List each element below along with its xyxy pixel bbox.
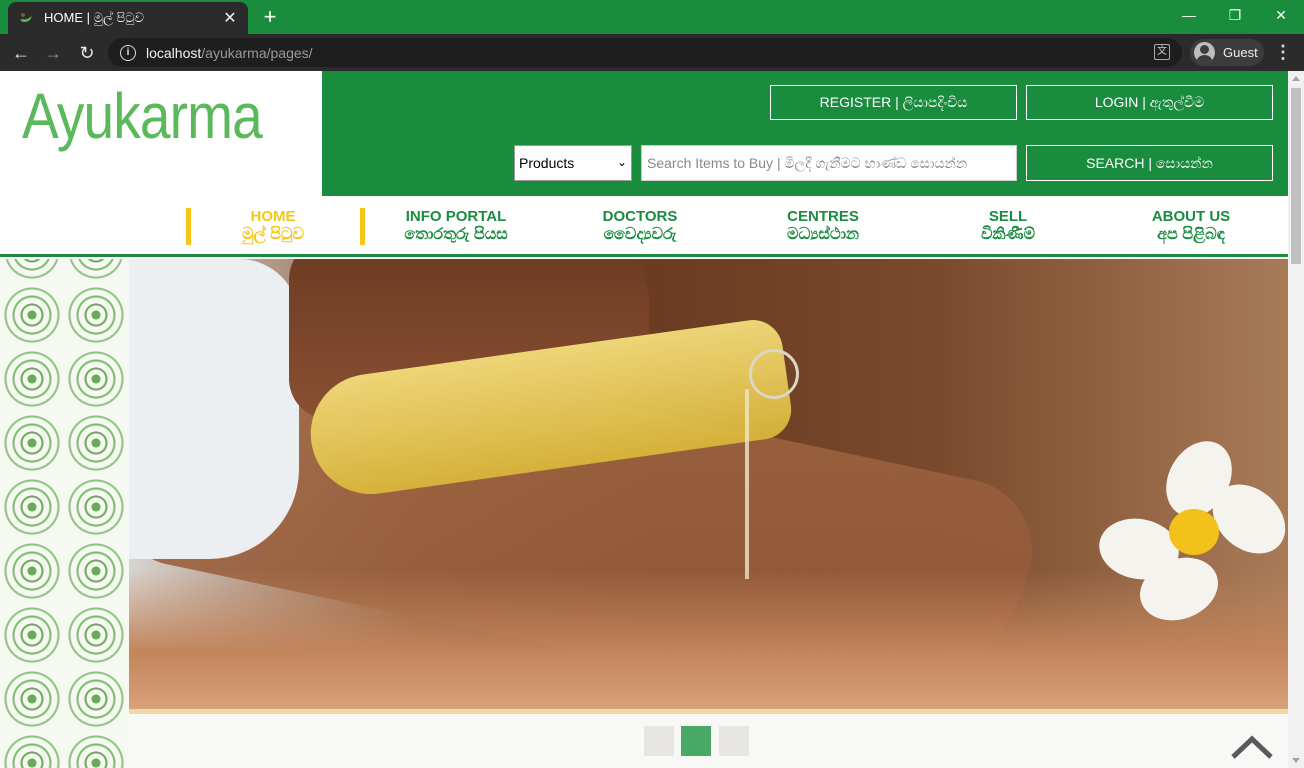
nav-label-si: මුල් පිටුව xyxy=(242,226,304,243)
nav-label-en: DOCTORS xyxy=(602,208,678,225)
hero-sleeve-shape xyxy=(129,259,299,559)
close-window-icon[interactable]: ✕ xyxy=(1258,0,1304,30)
site-info-icon[interactable]: i xyxy=(120,44,136,61)
translate-icon[interactable]: 文 xyxy=(1154,44,1170,60)
nav-label-si: තොරතුරු පියස xyxy=(404,226,508,243)
logo-area: Ayukarma xyxy=(0,71,322,196)
url-path: /ayukarma/pages/ xyxy=(201,44,313,61)
category-selected-value: Products xyxy=(519,155,575,171)
carousel-dot-2[interactable] xyxy=(681,726,711,756)
site-logo[interactable]: Ayukarma xyxy=(22,79,263,153)
active-nav-marker-right xyxy=(360,208,365,245)
nav-label-si: අප පිළිබඳ xyxy=(1157,226,1225,243)
web-page: Ayukarma REGISTER | ලියාපදිංචිය LOGIN | … xyxy=(0,71,1288,768)
browser-menu-icon[interactable]: ⋮ xyxy=(1274,43,1292,63)
browser-tab-bar: HOME | මුල් පිටුව ✕ + — ❐ ✕ xyxy=(0,0,1304,34)
scroll-to-top-icon[interactable] xyxy=(1230,735,1274,759)
profile-label: Guest xyxy=(1223,45,1258,60)
close-tab-icon[interactable]: ✕ xyxy=(222,10,238,27)
oil-stream-shape xyxy=(745,389,749,579)
scroll-up-icon[interactable] xyxy=(1292,76,1300,81)
back-icon[interactable]: ← xyxy=(8,40,34,66)
restore-icon[interactable]: ❐ xyxy=(1212,0,1258,30)
address-bar[interactable]: i localhost/ayukarma/pages/ 文 xyxy=(108,38,1182,67)
carousel-dot-1[interactable] xyxy=(644,726,674,756)
nav-label-en: ABOUT US xyxy=(1151,208,1231,225)
hero-slide-image[interactable] xyxy=(129,259,1288,709)
tab-title: HOME | මුල් පිටුව xyxy=(44,10,144,25)
nav-item-home[interactable]: HOME මුල් පිටුව xyxy=(188,208,358,244)
avatar-icon xyxy=(1194,42,1215,63)
site-favicon-icon xyxy=(20,13,32,22)
nav-label-si: විකිණීම් xyxy=(981,226,1035,243)
login-button[interactable]: LOGIN | ඇතුල්වීම xyxy=(1026,85,1273,120)
url-host: localhost xyxy=(146,44,202,61)
nav-label-en: SELL xyxy=(988,208,1028,225)
browser-tab[interactable]: HOME | මුල් පිටුව ✕ xyxy=(8,2,248,34)
minimize-icon[interactable]: — xyxy=(1166,0,1212,30)
category-select[interactable]: Products ⌄ xyxy=(514,145,632,181)
nav-item-about-us[interactable]: ABOUT US අප පිළිබඳ xyxy=(1106,208,1276,244)
browser-toolbar: ← → ↻ i localhost/ayukarma/pages/ 文 Gues… xyxy=(0,34,1304,71)
nav-item-info-portal[interactable]: INFO PORTAL තොරතුරු පියස xyxy=(371,208,541,244)
profile-button[interactable]: Guest xyxy=(1190,39,1264,66)
nav-item-centres[interactable]: CENTRES මධ්‍යස්ථාන xyxy=(738,208,908,244)
nav-label-en: INFO PORTAL xyxy=(405,208,507,225)
new-tab-button[interactable]: + xyxy=(258,5,282,29)
nav-label-en: HOME xyxy=(250,208,296,225)
bottle-neck-shape xyxy=(749,349,799,399)
search-input[interactable]: Search Items to Buy | මිලදී ගැනීමට භාණ්ඩ… xyxy=(641,145,1017,181)
main-navigation: HOME මුල් පිටුව INFO PORTAL තොරතුරු පියස… xyxy=(0,196,1288,257)
register-button[interactable]: REGISTER | ලියාපදිංචිය xyxy=(770,85,1017,120)
page-scrollbar[interactable] xyxy=(1288,71,1304,768)
nav-label-si: මධ්‍යස්ථාන xyxy=(787,226,859,243)
carousel-dot-3[interactable] xyxy=(719,726,749,756)
nav-label-en: CENTRES xyxy=(787,208,859,225)
carousel-indicators xyxy=(129,709,1288,768)
reload-icon[interactable]: ↻ xyxy=(74,40,100,66)
scroll-down-icon[interactable] xyxy=(1292,758,1300,763)
chevron-down-icon: ⌄ xyxy=(616,155,627,169)
scrollbar-thumb[interactable] xyxy=(1291,88,1301,264)
nav-item-doctors[interactable]: DOCTORS වෛද්‍යවරු xyxy=(555,208,725,244)
decorative-pattern-panel xyxy=(0,259,129,768)
frangipani-flower-icon xyxy=(1094,429,1288,631)
nav-label-si: වෛද්‍යවරු xyxy=(603,226,677,243)
forward-icon[interactable]: → xyxy=(40,40,66,66)
nav-item-sell[interactable]: SELL විකිණීම් xyxy=(923,208,1093,244)
search-button[interactable]: SEARCH | සොයන්න xyxy=(1026,145,1273,181)
